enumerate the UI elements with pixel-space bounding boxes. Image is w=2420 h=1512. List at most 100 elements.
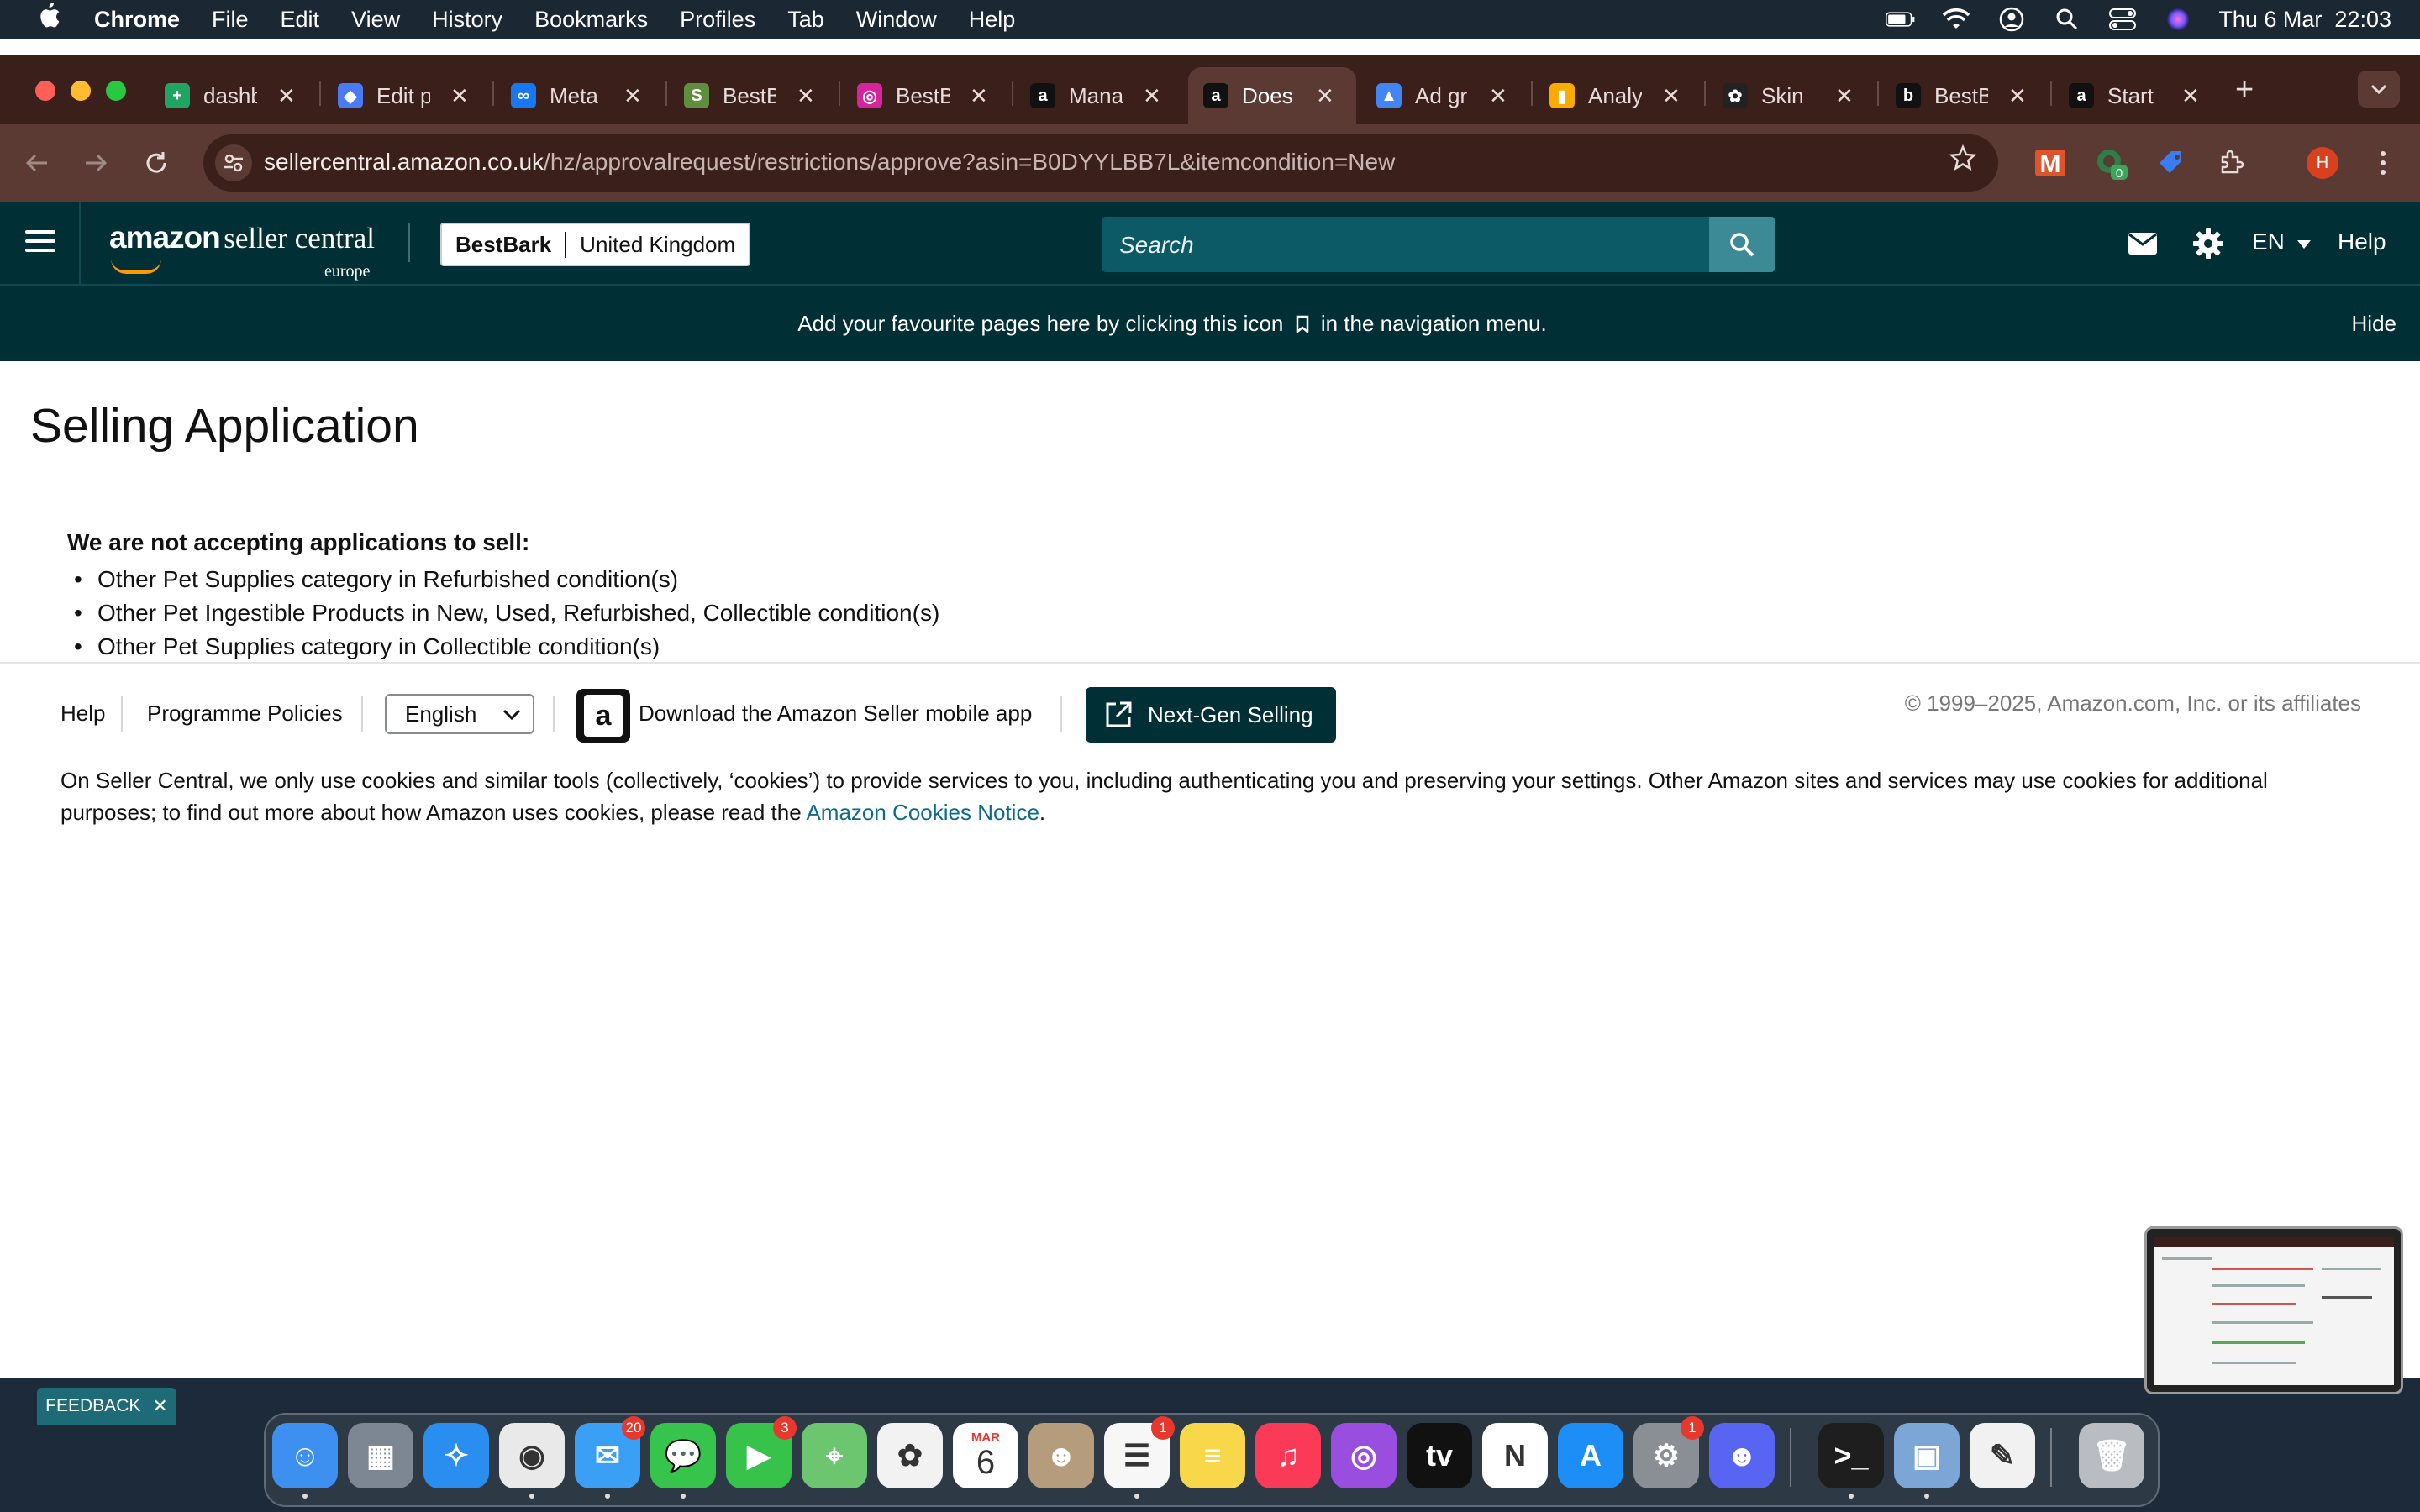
menu-bookmarks[interactable]: Bookmarks [534,7,648,33]
help-link[interactable]: Help [2338,228,2386,255]
browser-tab[interactable]: + dashb ✕ [150,69,318,123]
site-info-icon[interactable] [215,144,252,181]
extensions-puzzle-icon[interactable] [2212,143,2252,183]
spotlight-search-icon[interactable] [2052,4,2082,34]
tv-icon[interactable]: tv [1407,1423,1472,1488]
browser-tab[interactable]: a Start ✕ [2054,69,2222,123]
menu-profiles[interactable]: Profiles [680,7,755,33]
close-tab-icon[interactable]: ✕ [1662,83,1681,109]
close-icon[interactable]: ✕ [152,1395,167,1417]
browser-tab[interactable]: ∞ Meta ✕ [496,69,664,123]
menu-view[interactable]: View [351,7,400,33]
close-tab-icon[interactable]: ✕ [797,83,815,109]
zoom-window-button[interactable] [106,81,126,101]
menu-history[interactable]: History [432,7,502,33]
launchpad-icon[interactable]: ▦ [348,1423,413,1488]
close-tab-icon[interactable]: ✕ [277,83,296,109]
preview-icon[interactable]: ▣ [1894,1423,1960,1488]
calendar-icon[interactable]: MAR 6 [953,1423,1018,1488]
download-app-link[interactable]: Download the Amazon Seller mobile app [639,701,1032,727]
menu-tab[interactable]: Tab [787,7,824,33]
safari-icon[interactable]: ✧ [424,1423,489,1488]
amazon-cookies-notice-link[interactable]: Amazon Cookies Notice [806,800,1039,825]
tag-extension-icon[interactable] [2151,143,2191,183]
hide-banner-button[interactable]: Hide [2352,311,2396,337]
menu-window[interactable]: Window [856,7,937,33]
browser-tab[interactable]: S BestB ✕ [669,69,837,123]
discord-icon[interactable]: ☻ [1709,1423,1775,1488]
terminal-icon[interactable]: >_ [1818,1423,1884,1488]
maps-icon[interactable]: ⌖ [802,1423,867,1488]
gmail-extension-icon[interactable]: M [2030,143,2070,183]
app-store-icon[interactable]: A [1558,1423,1623,1488]
seller-app-icon[interactable]: a [576,689,630,743]
next-gen-selling-button[interactable]: Next-Gen Selling [1086,687,1336,743]
green-extension-icon[interactable]: 0 [2091,143,2131,183]
facetime-icon[interactable]: ▶ 3 [726,1416,797,1488]
search-input[interactable] [1102,217,1709,274]
tab-search-button[interactable] [2358,71,2400,108]
feedback-button[interactable]: FEEDBACK ✕ [37,1388,176,1425]
siri-icon[interactable] [2163,4,2193,34]
wifi-icon[interactable] [1941,4,1971,34]
browser-tab[interactable]: ▲ Ad gr ✕ [1361,69,1529,123]
bookmark-star-icon[interactable] [1949,144,1977,179]
footer-language-select[interactable]: English [385,694,534,734]
finder-icon[interactable]: ☺ [272,1423,338,1488]
menu-bar-clock[interactable]: Thu 6 Mar 22:03 [2218,7,2391,33]
browser-tab[interactable]: ◎ BestB ✕ [842,69,1010,123]
hamburger-menu-icon[interactable] [25,230,55,258]
system-settings-icon[interactable]: ⚙ 1 [1634,1416,1704,1488]
menu-edit[interactable]: Edit [281,7,320,33]
seller-central-logo[interactable]: amazon seller central europe [109,220,375,281]
close-window-button[interactable] [35,81,55,101]
profile-avatar[interactable]: H [2302,143,2343,183]
footer-help-link[interactable]: Help [60,701,105,727]
browser-tab[interactable]: ▮ Analy ✕ [1534,69,1702,123]
settings-gear-icon[interactable] [2191,227,2225,260]
menu-help[interactable]: Help [969,7,1016,33]
textedit-icon[interactable]: ✎ [1970,1423,2035,1488]
chrome-menu-icon[interactable] [2363,143,2403,183]
reload-button[interactable] [138,144,175,181]
messages-icon[interactable]: 💬 [650,1423,716,1488]
messages-mail-icon[interactable] [2126,227,2160,260]
close-tab-icon[interactable]: ✕ [1835,83,1854,109]
screenshot-thumbnail[interactable] [2144,1226,2403,1394]
close-tab-icon[interactable]: ✕ [1489,83,1507,109]
browser-tab[interactable]: a Does ✕ [1188,67,1356,124]
browser-tab[interactable]: ✿ Skin ✕ [1707,69,1876,123]
contacts-icon[interactable]: ☻ [1028,1423,1094,1488]
account-switcher[interactable]: BestBark United Kingdom [440,223,751,266]
browser-tab[interactable]: ◆ Edit p ✕ [323,69,491,123]
reminders-icon[interactable]: ☰ 1 [1104,1416,1175,1488]
menu-file[interactable]: File [212,7,249,33]
news-icon[interactable]: N [1482,1423,1548,1488]
battery-icon[interactable] [1886,4,1916,34]
browser-tab[interactable]: b BestB ✕ [1881,69,2049,123]
close-tab-icon[interactable]: ✕ [2181,83,2200,109]
close-tab-icon[interactable]: ✕ [1143,83,1161,109]
photos-icon[interactable]: ✿ [877,1423,943,1488]
search-button[interactable] [1709,217,1775,272]
close-tab-icon[interactable]: ✕ [2008,83,2027,109]
user-account-icon[interactable] [1996,4,2027,34]
music-icon[interactable]: ♫ [1255,1423,1321,1488]
close-tab-icon[interactable]: ✕ [623,83,642,109]
menu-chrome[interactable]: Chrome [94,7,180,33]
forward-button[interactable] [77,144,114,181]
control-center-icon[interactable] [2107,4,2138,34]
apple-menu-icon[interactable] [32,3,66,36]
trash-icon[interactable]: 🗑 [2079,1423,2144,1488]
close-tab-icon[interactable]: ✕ [450,83,469,109]
chrome-icon[interactable]: ◉ [499,1423,565,1488]
mail-icon[interactable]: ✉ 20 [575,1416,645,1488]
close-tab-icon[interactable]: ✕ [970,83,988,109]
notes-icon[interactable]: ≡ [1180,1423,1245,1488]
url-text[interactable]: sellercentral.amazon.co.uk/hz/approvalre… [264,149,1395,176]
address-bar[interactable]: sellercentral.amazon.co.uk/hz/approvalre… [203,134,1998,192]
language-switcher[interactable]: EN [2252,228,2312,255]
browser-tab[interactable]: a Mana ✕ [1015,69,1183,123]
close-tab-icon[interactable]: ✕ [1316,83,1334,109]
new-tab-button[interactable]: + [2235,72,2254,108]
